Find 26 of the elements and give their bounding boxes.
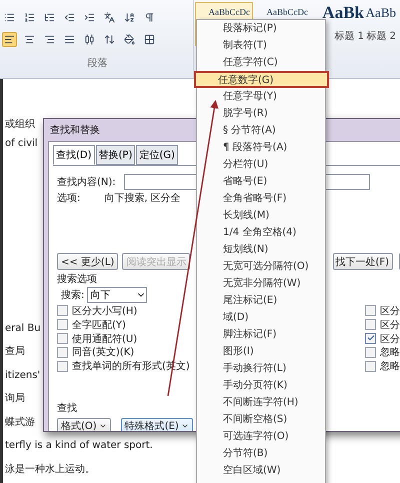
checkbox-label: 区分 bbox=[380, 318, 400, 332]
document-text: eral Bu bbox=[5, 322, 41, 336]
section-title: 查找 bbox=[57, 402, 77, 415]
checkbox-label: 区分大小写(H) bbox=[72, 304, 138, 318]
document-text: itizens' bbox=[5, 368, 40, 382]
document-text: of civil bbox=[5, 137, 38, 151]
options-label: 选项: bbox=[57, 192, 80, 205]
document-text: terfly is a kind of water sport. bbox=[5, 439, 153, 453]
document-text: 查局 bbox=[5, 344, 25, 359]
checkbox-label: 区分 bbox=[380, 304, 400, 318]
checkbox-label: 使用通配符(U) bbox=[72, 332, 138, 346]
checkbox-label: 全字匹配(Y) bbox=[72, 318, 126, 332]
find-label: 查找内容(N): bbox=[57, 176, 116, 189]
group-label: 段落 bbox=[88, 56, 108, 70]
document-text: 或组织 bbox=[5, 118, 35, 132]
document-text: 泳是一种水上运动。 bbox=[5, 462, 95, 476]
options-value: 向下搜索, 区分全 bbox=[104, 192, 181, 205]
document-text: 询局 bbox=[5, 392, 25, 406]
section-title: 搜索选项 bbox=[57, 272, 97, 286]
search-label: 搜索: bbox=[61, 288, 84, 302]
checkbox-label: 忽略 bbox=[380, 346, 400, 360]
document-text: 蝶式游 bbox=[5, 416, 35, 430]
checkbox-label: 同音(英文)(K) bbox=[72, 346, 134, 360]
dialog-title: 查找和替换 bbox=[49, 124, 101, 138]
checkbox-label: 忽略 bbox=[380, 360, 400, 374]
checkbox-label: 区分 bbox=[380, 332, 400, 346]
